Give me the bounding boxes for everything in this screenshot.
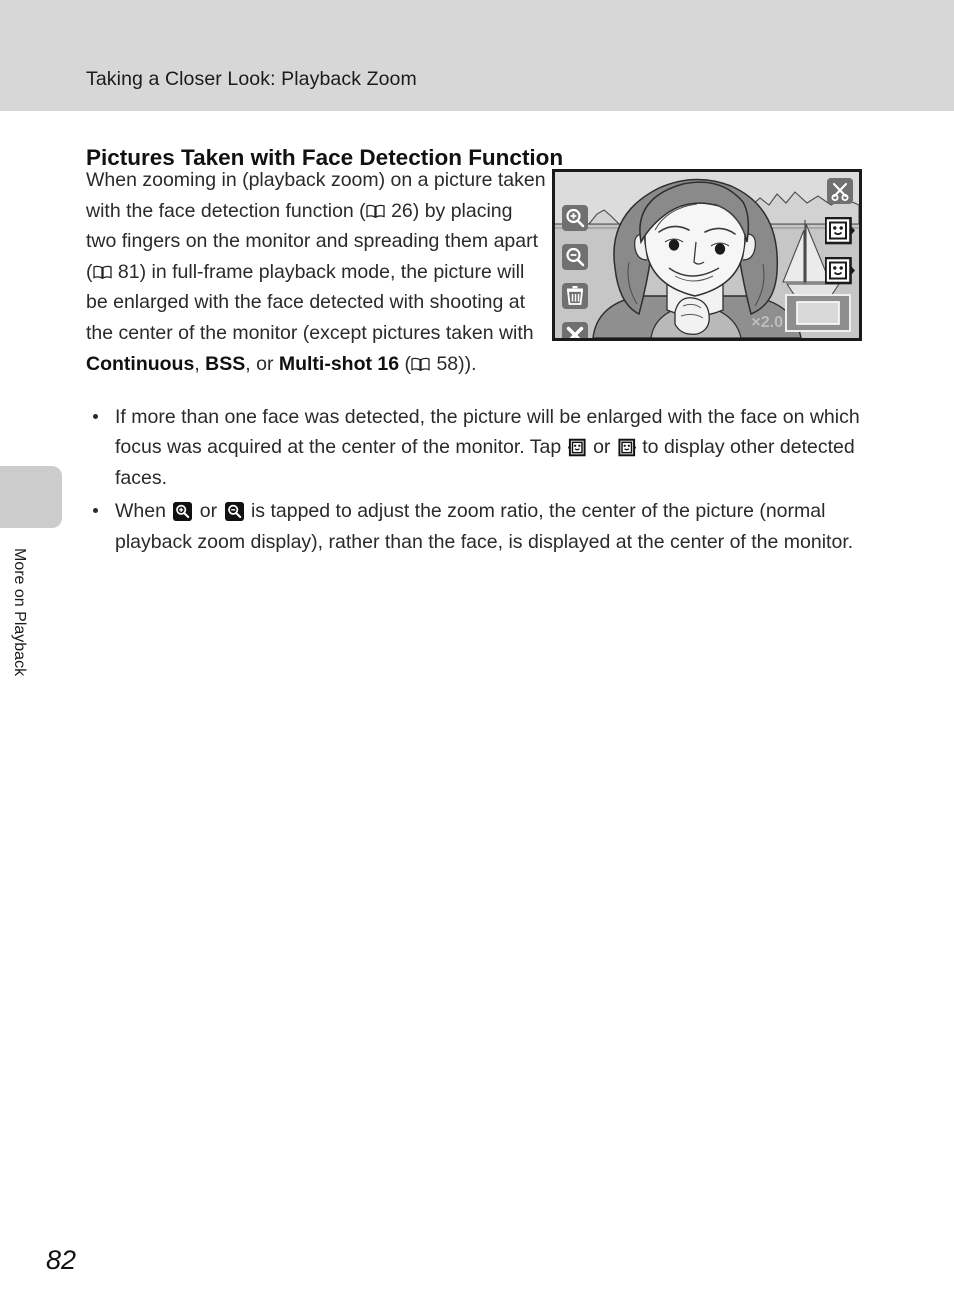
intro-ref3-open: ( xyxy=(399,352,412,375)
intro-separator-2: , or xyxy=(245,352,279,375)
term-bss: BSS xyxy=(205,352,246,375)
section-tab-marker xyxy=(0,466,62,528)
intro-text-part-3: 81) in full-frame playback mode, the pic… xyxy=(86,260,534,344)
page-header-title: Taking a Closer Look: Playback Zoom xyxy=(86,68,417,90)
section-tab-label: More on Playback xyxy=(11,548,28,677)
bullet-2-text-part-1: When xyxy=(115,500,172,523)
page-reference-book-icon xyxy=(92,265,112,280)
intro-paragraph: When zooming in (playback zoom) on a pic… xyxy=(86,165,874,379)
page-reference-book-icon xyxy=(411,357,430,372)
list-item: When or is tapped to adjust the zoom rat… xyxy=(86,496,876,557)
term-multi-shot-16: Multi-shot 16 xyxy=(278,352,400,375)
list-item: If more than one face was detected, the … xyxy=(86,402,876,493)
intro-separator-1: , xyxy=(194,352,206,375)
bullet-2-text-part-2: or xyxy=(194,500,223,523)
bullet-1-text-part-2: or xyxy=(587,436,616,459)
page-reference-book-icon xyxy=(366,204,385,219)
bullet-marker xyxy=(93,508,98,514)
term-continuous: Continuous xyxy=(86,352,195,375)
page-number: 82 xyxy=(46,1245,77,1275)
page-header-band xyxy=(0,0,954,111)
notes-bullet-list: If more than one face was detected, the … xyxy=(86,402,876,560)
face-select-previous-icon xyxy=(567,436,587,457)
zoom-out-icon xyxy=(224,500,244,522)
face-select-next-icon xyxy=(617,436,636,457)
zoom-in-icon xyxy=(173,500,193,522)
bullet-marker xyxy=(93,414,98,419)
figure-float-spacer xyxy=(546,165,874,350)
intro-text-part-4: 58)). xyxy=(431,352,477,375)
